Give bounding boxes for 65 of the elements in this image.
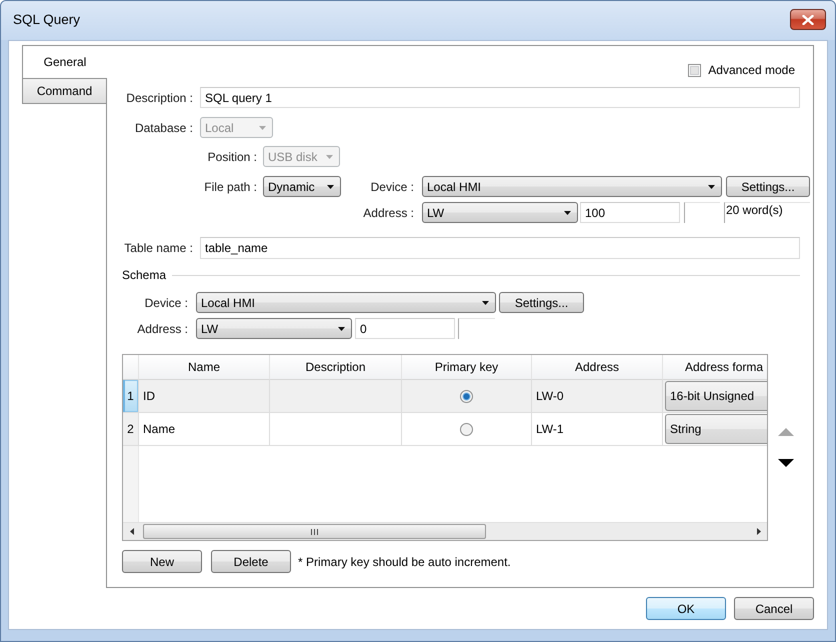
- caret-icon: [708, 184, 715, 188]
- address-field[interactable]: 100: [580, 202, 680, 223]
- format-dropdown[interactable]: 16-bit Unsigned: [665, 381, 767, 411]
- field-label: Device :: [370, 180, 414, 194]
- address-field[interactable]: 0: [355, 318, 455, 339]
- row-number: 1: [127, 389, 134, 403]
- field-label: File path :: [204, 180, 257, 194]
- checkbox[interactable]: [688, 64, 702, 76]
- column-header: Name: [139, 355, 270, 380]
- caret-icon: [564, 210, 571, 214]
- field-label: Description :: [126, 90, 193, 104]
- checkbox-label: Advanced mode: [708, 63, 795, 77]
- settings-button[interactable]: Settings...: [499, 292, 584, 313]
- field-label: Database :: [134, 120, 193, 134]
- right-arrow-icon[interactable]: [756, 528, 760, 535]
- down-arrow-icon[interactable]: [778, 459, 794, 467]
- format-dropdown[interactable]: String: [665, 414, 767, 444]
- device-dropdown[interactable]: Local HMI: [196, 292, 496, 313]
- radio-button[interactable]: [460, 422, 473, 436]
- field-label: Address :: [137, 322, 188, 336]
- table-name-field[interactable]: table_name: [200, 237, 800, 259]
- caret-icon: [327, 184, 334, 188]
- address-type-dropdown[interactable]: LW: [422, 202, 578, 223]
- file-path-dropdown[interactable]: Dynamic: [263, 176, 341, 197]
- table-cell: LW-1: [536, 422, 564, 436]
- cancel-button[interactable]: Cancel: [734, 597, 814, 620]
- table-cell: ID: [143, 389, 155, 403]
- blank-field[interactable]: [458, 318, 495, 339]
- settings-button[interactable]: Settings...: [726, 176, 810, 197]
- caret-icon: [259, 126, 266, 130]
- close-button[interactable]: [790, 9, 826, 30]
- table-row[interactable]: 1 ID LW-0 16-bit Unsigned: [123, 380, 767, 413]
- caret-icon: [338, 326, 345, 330]
- table-cell: Name: [143, 422, 176, 436]
- address-type-dropdown[interactable]: LW: [196, 318, 352, 339]
- column-header: Description: [270, 355, 402, 380]
- scrollbar-thumb[interactable]: [143, 524, 486, 539]
- field-label: Address :: [363, 206, 414, 220]
- header-corner: [123, 355, 139, 380]
- new-button[interactable]: New: [122, 550, 202, 573]
- column-header: Primary key: [402, 355, 532, 380]
- table-row[interactable]: 2 Name LW-1 String: [123, 413, 767, 446]
- close-icon: [802, 14, 814, 24]
- description-field[interactable]: SQL query 1: [200, 87, 800, 108]
- row-number: 2: [127, 422, 134, 436]
- left-arrow-icon[interactable]: [130, 528, 134, 535]
- table-cell: LW-0: [536, 389, 564, 403]
- horizontal-scrollbar[interactable]: [123, 522, 767, 540]
- blank-field[interactable]: [684, 202, 720, 223]
- note-text: * Primary key should be auto increment.: [298, 554, 511, 568]
- device-dropdown[interactable]: Local HMI: [422, 176, 722, 197]
- group-title: Schema: [122, 268, 166, 282]
- delete-button[interactable]: Delete: [211, 550, 291, 573]
- radio-button[interactable]: [460, 390, 473, 402]
- ok-button[interactable]: OK: [646, 597, 726, 620]
- field-label: Table name :: [124, 241, 193, 255]
- size-field: 20 word(s): [724, 202, 810, 223]
- caret-icon: [326, 154, 333, 158]
- caret-icon: [482, 300, 489, 304]
- field-label: Position :: [208, 150, 257, 164]
- field-label: Device :: [144, 296, 188, 310]
- column-header: Address: [532, 355, 663, 380]
- window-title: SQL Query: [13, 12, 80, 28]
- tab[interactable]: Command: [22, 78, 107, 104]
- grip-icon: [311, 528, 318, 534]
